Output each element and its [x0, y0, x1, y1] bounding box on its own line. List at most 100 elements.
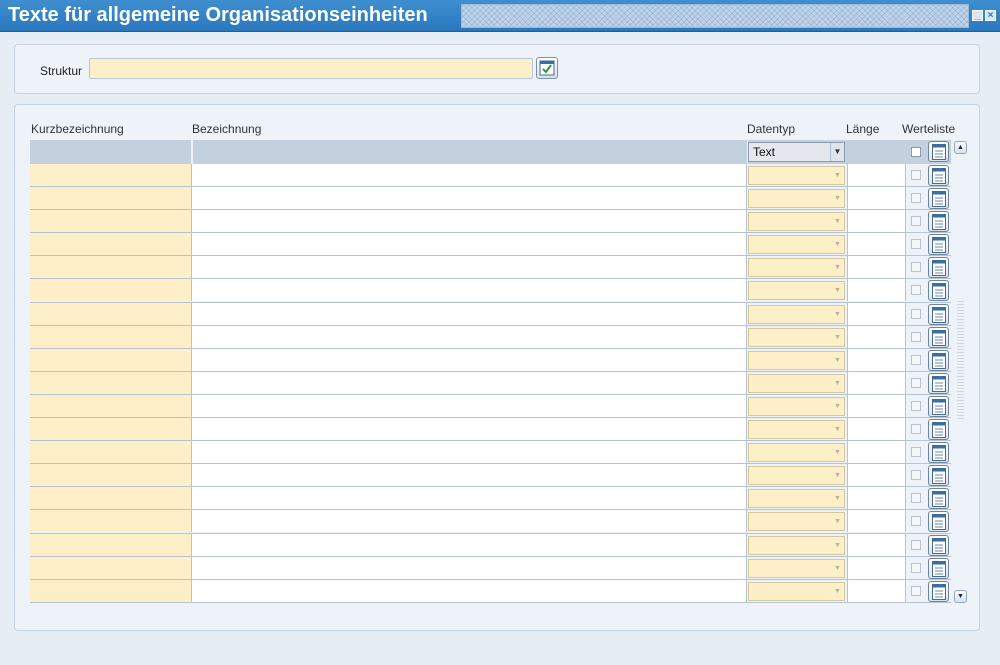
- datentyp-filter-select[interactable]: Text ▼: [748, 142, 845, 162]
- kurzbezeichnung-cell[interactable]: [30, 441, 192, 464]
- laenge-cell[interactable]: [847, 279, 906, 302]
- werteliste-button[interactable]: [928, 395, 949, 417]
- werteliste-button[interactable]: [928, 188, 949, 210]
- bezeichnung-cell[interactable]: [192, 187, 747, 210]
- werteliste-filter-checkbox[interactable]: [911, 147, 921, 157]
- minimize-icon[interactable]: _: [972, 10, 983, 21]
- bezeichnung-cell[interactable]: [192, 464, 747, 487]
- laenge-cell[interactable]: [847, 464, 906, 487]
- chevron-down-icon[interactable]: ▼: [831, 421, 844, 438]
- kurzbezeichnung-cell[interactable]: [30, 487, 192, 510]
- chevron-down-icon[interactable]: ▼: [831, 306, 844, 323]
- laenge-cell[interactable]: [847, 371, 906, 394]
- werteliste-button[interactable]: [928, 211, 949, 233]
- werteliste-checkbox[interactable]: [911, 331, 921, 342]
- werteliste-button[interactable]: [928, 372, 949, 394]
- kurzbezeichnung-cell[interactable]: [30, 464, 192, 487]
- arrow-up-icon[interactable]: ▲: [954, 141, 967, 154]
- werteliste-checkbox[interactable]: [911, 493, 921, 504]
- struktur-select-button[interactable]: [536, 57, 558, 79]
- bezeichnung-cell[interactable]: [192, 302, 747, 325]
- datentyp-select[interactable]: ▼: [748, 535, 845, 555]
- kurzbezeichnung-cell[interactable]: [30, 394, 192, 417]
- chevron-down-icon[interactable]: ▼: [831, 513, 844, 530]
- datentyp-select[interactable]: ▼: [748, 420, 845, 440]
- datentyp-select[interactable]: ▼: [748, 489, 845, 509]
- datentyp-select[interactable]: ▼: [748, 466, 845, 486]
- datentyp-select[interactable]: ▼: [748, 189, 845, 209]
- werteliste-checkbox[interactable]: [911, 170, 921, 180]
- werteliste-button[interactable]: [928, 326, 949, 348]
- bezeichnung-cell[interactable]: [192, 256, 747, 279]
- datentyp-select[interactable]: ▼: [748, 166, 845, 185]
- werteliste-button[interactable]: [928, 442, 949, 464]
- laenge-cell[interactable]: [847, 556, 906, 579]
- scrollbar-thumb[interactable]: [957, 301, 964, 421]
- laenge-cell[interactable]: [847, 325, 906, 348]
- chevron-down-icon[interactable]: ▼: [831, 167, 844, 184]
- werteliste-button[interactable]: [928, 580, 949, 602]
- datentyp-select[interactable]: ▼: [748, 281, 845, 301]
- werteliste-checkbox[interactable]: [911, 193, 921, 204]
- werteliste-checkbox[interactable]: [911, 308, 921, 319]
- werteliste-checkbox[interactable]: [911, 400, 921, 411]
- kurzbezeichnung-cell[interactable]: [30, 233, 192, 256]
- laenge-cell[interactable]: [847, 233, 906, 256]
- kurzbezeichnung-cell[interactable]: [30, 210, 192, 233]
- kurzbezeichnung-cell[interactable]: [30, 256, 192, 279]
- werteliste-checkbox[interactable]: [911, 470, 921, 481]
- datentyp-select[interactable]: ▼: [748, 581, 845, 601]
- datentyp-select[interactable]: ▼: [748, 443, 845, 463]
- bezeichnung-cell[interactable]: [192, 394, 747, 417]
- filter-cell-laenge[interactable]: [847, 140, 906, 164]
- chevron-down-icon[interactable]: ▼: [831, 444, 844, 461]
- werteliste-button[interactable]: [928, 534, 949, 556]
- chevron-down-icon[interactable]: ▼: [831, 213, 844, 230]
- chevron-down-icon[interactable]: ▼: [831, 375, 844, 392]
- laenge-cell[interactable]: [847, 394, 906, 417]
- chevron-down-icon[interactable]: ▼: [831, 467, 844, 484]
- kurzbezeichnung-cell[interactable]: [30, 187, 192, 210]
- werteliste-checkbox[interactable]: [911, 239, 921, 250]
- laenge-cell[interactable]: [847, 210, 906, 233]
- laenge-cell[interactable]: [847, 164, 906, 186]
- chevron-down-icon[interactable]: ▼: [831, 560, 844, 577]
- datentyp-select[interactable]: ▼: [748, 212, 845, 232]
- datentyp-select[interactable]: ▼: [748, 304, 845, 324]
- werteliste-checkbox[interactable]: [911, 354, 921, 365]
- filter-cell-kurz[interactable]: [30, 140, 191, 164]
- laenge-cell[interactable]: [847, 302, 906, 325]
- kurzbezeichnung-cell[interactable]: [30, 279, 192, 302]
- laenge-cell[interactable]: [847, 256, 906, 279]
- datentyp-select[interactable]: ▼: [748, 396, 845, 416]
- kurzbezeichnung-cell[interactable]: [30, 348, 192, 371]
- datentyp-select[interactable]: ▼: [748, 373, 845, 393]
- chevron-down-icon[interactable]: ▼: [831, 537, 844, 554]
- werteliste-button[interactable]: [928, 257, 949, 279]
- vertical-scrollbar[interactable]: ▲ ▼: [954, 141, 967, 606]
- werteliste-button[interactable]: [928, 419, 949, 441]
- chevron-down-icon[interactable]: ▼: [831, 352, 844, 369]
- werteliste-button[interactable]: [928, 488, 949, 510]
- close-icon[interactable]: ×: [985, 10, 996, 21]
- bezeichnung-cell[interactable]: [192, 487, 747, 510]
- struktur-input[interactable]: [89, 58, 533, 79]
- bezeichnung-cell[interactable]: [192, 556, 747, 579]
- werteliste-checkbox[interactable]: [911, 377, 921, 388]
- werteliste-button[interactable]: [928, 349, 949, 371]
- title-bar-drag-area[interactable]: [461, 4, 969, 28]
- bezeichnung-cell[interactable]: [192, 371, 747, 394]
- chevron-down-icon[interactable]: ▼: [831, 190, 844, 207]
- werteliste-button[interactable]: [928, 234, 949, 256]
- bezeichnung-cell[interactable]: [192, 233, 747, 256]
- kurzbezeichnung-cell[interactable]: [30, 371, 192, 394]
- laenge-cell[interactable]: [847, 348, 906, 371]
- chevron-down-icon[interactable]: ▼: [831, 583, 844, 600]
- werteliste-checkbox[interactable]: [911, 216, 921, 227]
- laenge-cell[interactable]: [847, 441, 906, 464]
- bezeichnung-cell[interactable]: [192, 325, 747, 348]
- werteliste-checkbox[interactable]: [911, 562, 921, 573]
- datentyp-select[interactable]: ▼: [748, 327, 845, 347]
- datentyp-select[interactable]: ▼: [748, 258, 845, 278]
- werteliste-button[interactable]: [928, 303, 949, 325]
